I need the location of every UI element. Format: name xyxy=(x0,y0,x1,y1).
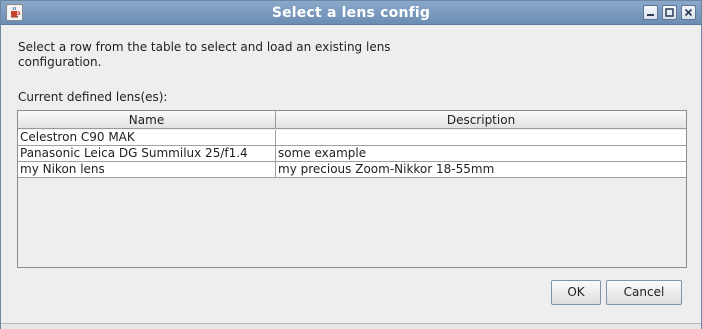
ok-button[interactable]: OK xyxy=(551,280,601,305)
table-row[interactable]: Panasonic Leica DG Summilux 25/f1.4 some… xyxy=(18,146,686,162)
cell-name[interactable]: my Nikon lens xyxy=(18,162,276,177)
close-icon[interactable] xyxy=(681,5,696,20)
cell-name[interactable]: Panasonic Leica DG Summilux 25/f1.4 xyxy=(18,146,276,161)
cell-description[interactable] xyxy=(276,130,686,145)
table-body: Celestron C90 MAK Panasonic Leica DG Sum… xyxy=(18,130,686,178)
maximize-icon[interactable] xyxy=(662,5,677,20)
table-row[interactable]: my Nikon lens my precious Zoom-Nikkor 18… xyxy=(18,162,686,178)
table-header: Name Description xyxy=(18,111,686,129)
instruction-message: Select a row from the table to select an… xyxy=(18,40,391,69)
column-header-description[interactable]: Description xyxy=(276,111,686,129)
lens-table[interactable]: Name Description Celestron C90 MAK Panas… xyxy=(17,110,687,268)
cell-description[interactable]: some example xyxy=(276,146,686,161)
title-bar[interactable]: Select a lens config xyxy=(1,1,701,25)
column-header-name[interactable]: Name xyxy=(18,111,276,129)
cell-name[interactable]: Celestron C90 MAK xyxy=(18,130,276,145)
table-row[interactable]: Celestron C90 MAK xyxy=(18,130,686,146)
dialog-window: Select a lens config Select a row from t… xyxy=(0,0,702,329)
cancel-button[interactable]: Cancel xyxy=(606,280,682,305)
cell-description[interactable]: my precious Zoom-Nikkor 18-55mm xyxy=(276,162,686,177)
table-label: Current defined lens(es): xyxy=(18,90,168,104)
bottom-divider xyxy=(1,323,701,329)
minimize-icon[interactable] xyxy=(643,5,658,20)
window-title: Select a lens config xyxy=(271,5,431,21)
